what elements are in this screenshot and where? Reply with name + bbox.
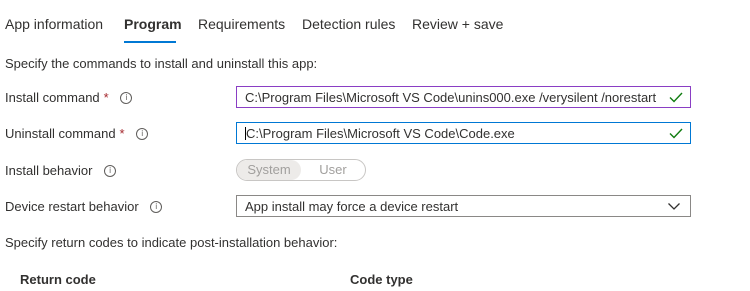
- restart-behavior-selected: App install may force a device restart: [245, 198, 459, 214]
- checkmark-icon: [669, 92, 683, 103]
- install-command-value: C:\Program Files\Microsoft VS Code\unins…: [245, 89, 657, 105]
- info-icon[interactable]: i: [150, 200, 163, 213]
- install-command-label: Install command: [5, 90, 100, 105]
- info-icon[interactable]: i: [104, 164, 117, 177]
- install-behavior-toggle[interactable]: System User: [236, 159, 366, 181]
- restart-behavior-label-row: Device restart behavior i: [5, 199, 163, 214]
- active-tab-indicator: [124, 41, 176, 43]
- info-icon[interactable]: i: [136, 127, 149, 140]
- required-asterisk: *: [119, 126, 125, 141]
- uninstall-command-label: Uninstall command: [5, 126, 116, 141]
- info-icon[interactable]: i: [120, 91, 133, 104]
- install-behavior-label: Install behavior: [5, 163, 93, 178]
- uninstall-command-input[interactable]: C:\Program Files\Microsoft VS Code\Code.…: [236, 122, 691, 144]
- install-behavior-option-system[interactable]: System: [237, 160, 301, 180]
- install-behavior-option-user[interactable]: User: [301, 160, 365, 180]
- uninstall-command-field: C:\Program Files\Microsoft VS Code\Code.…: [237, 126, 666, 141]
- restart-behavior-label: Device restart behavior: [5, 199, 139, 214]
- return-codes-intro-text: Specify return codes to indicate post-in…: [5, 235, 338, 250]
- tab-detection-rules[interactable]: Detection rules: [302, 16, 395, 32]
- tab-bar: App information Program Requirements Det…: [0, 0, 750, 44]
- install-command-input[interactable]: C:\Program Files\Microsoft VS Code\unins…: [236, 86, 691, 108]
- commands-intro-text: Specify the commands to install and unin…: [5, 56, 318, 71]
- tab-review-save[interactable]: Review + save: [412, 16, 503, 32]
- tab-requirements[interactable]: Requirements: [198, 16, 285, 32]
- install-command-label-row: Install command * i: [5, 90, 133, 105]
- chevron-down-icon: [668, 203, 680, 210]
- column-header-return-code[interactable]: Return code: [20, 272, 96, 287]
- tab-app-information[interactable]: App information: [5, 16, 103, 32]
- checkmark-icon: [669, 128, 683, 139]
- tab-program[interactable]: Program: [124, 16, 182, 32]
- uninstall-command-label-row: Uninstall command * i: [5, 126, 149, 141]
- column-header-code-type[interactable]: Code type: [350, 272, 413, 287]
- install-behavior-label-row: Install behavior i: [5, 163, 117, 178]
- required-asterisk: *: [103, 90, 109, 105]
- restart-behavior-dropdown[interactable]: App install may force a device restart: [236, 195, 691, 217]
- uninstall-command-value: C:\Program Files\Microsoft VS Code\Code.…: [246, 125, 515, 141]
